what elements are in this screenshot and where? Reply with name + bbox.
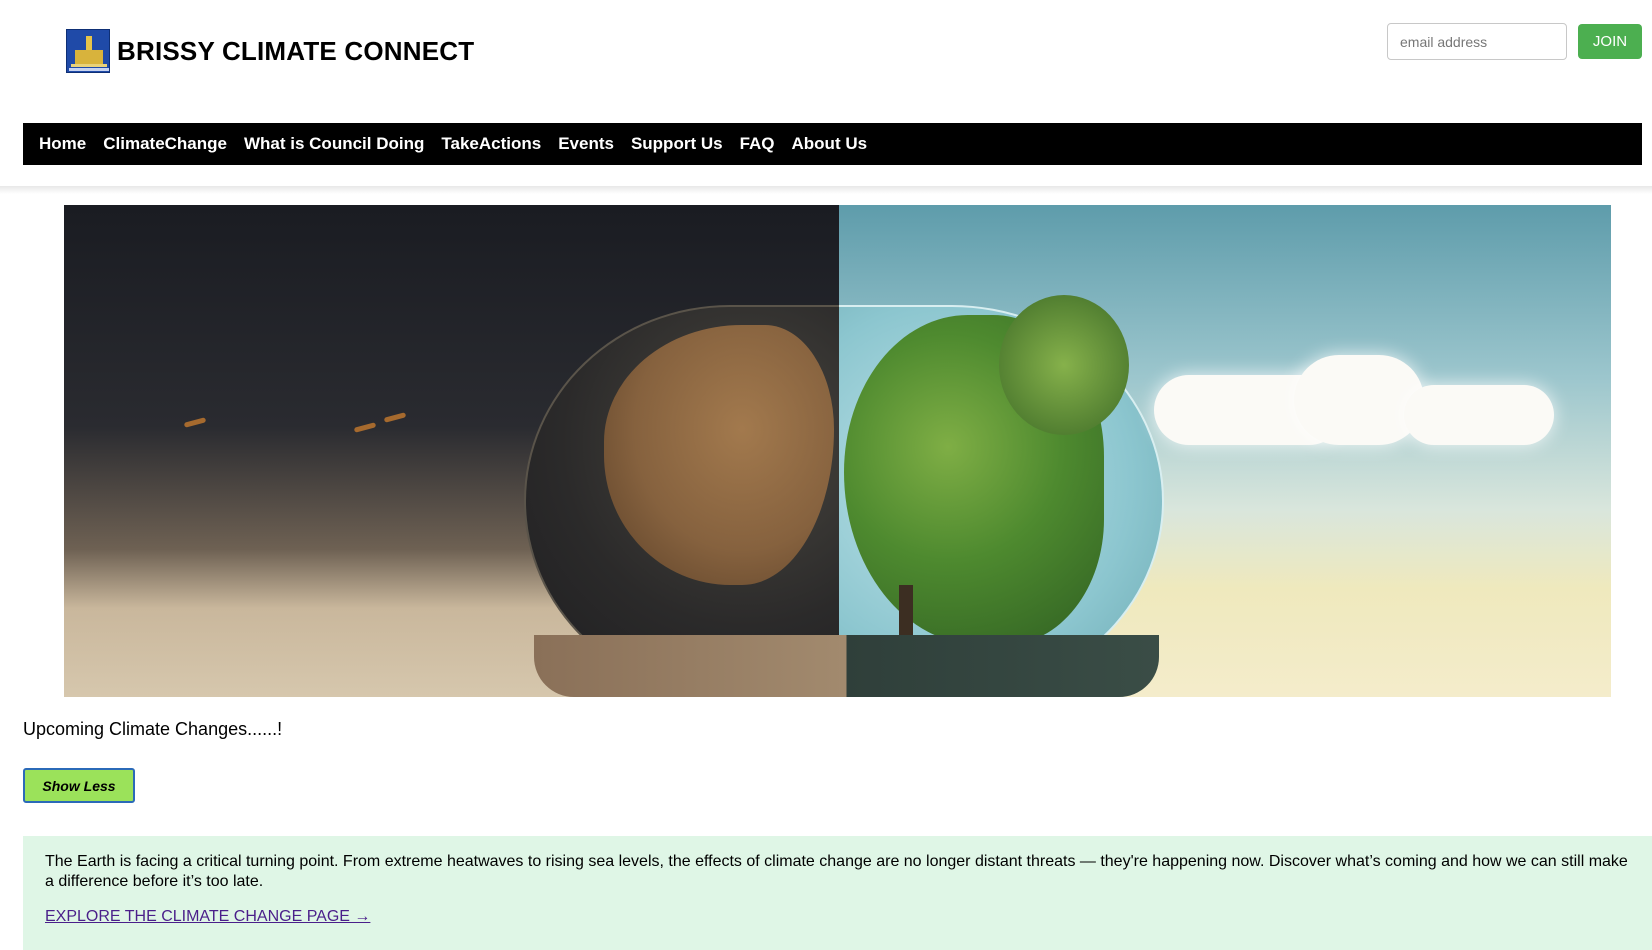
email-input[interactable] (1387, 23, 1567, 60)
upcoming-heading: Upcoming Climate Changes......! (23, 719, 283, 739)
climate-info-panel: The Earth is facing a critical turning p… (23, 836, 1652, 950)
cloud-shape (1294, 355, 1424, 445)
nav-item-take-actions[interactable]: TakeActions (441, 134, 541, 154)
climate-info-text: The Earth is facing a critical turning p… (45, 853, 1628, 890)
tree-crown-top-shape (999, 295, 1129, 435)
nav-item-events[interactable]: Events (558, 134, 614, 154)
nav-item-climate-change[interactable]: ClimateChange (103, 134, 227, 154)
site-header: BRISSY CLIMATE CONNECT JOIN (0, 0, 1652, 100)
nav-item-council[interactable]: What is Council Doing (244, 134, 424, 154)
logo-building-shape (75, 50, 103, 64)
show-less-button[interactable]: Show Less (23, 768, 135, 803)
nav-item-about-us[interactable]: About Us (792, 134, 868, 154)
nav-item-home[interactable]: Home (39, 134, 86, 154)
brisbane-city-logo-icon[interactable] (66, 29, 110, 73)
main-nav: Home ClimateChange What is Council Doing… (23, 123, 1642, 165)
globe-ground-strip (534, 635, 1159, 697)
logo-caption-shape (69, 68, 109, 71)
cloud-shape (1404, 385, 1554, 445)
join-button[interactable]: JOIN (1578, 24, 1642, 59)
logo-base-shape (71, 64, 107, 67)
hero-image (64, 205, 1611, 697)
nav-item-support-us[interactable]: Support Us (631, 134, 723, 154)
nav-divider-shadow (0, 186, 1652, 194)
nav-item-faq[interactable]: FAQ (740, 134, 775, 154)
site-title[interactable]: BRISSY CLIMATE CONNECT (117, 36, 474, 67)
explore-climate-link[interactable]: EXPLORE THE CLIMATE CHANGE PAGE → (45, 908, 370, 926)
